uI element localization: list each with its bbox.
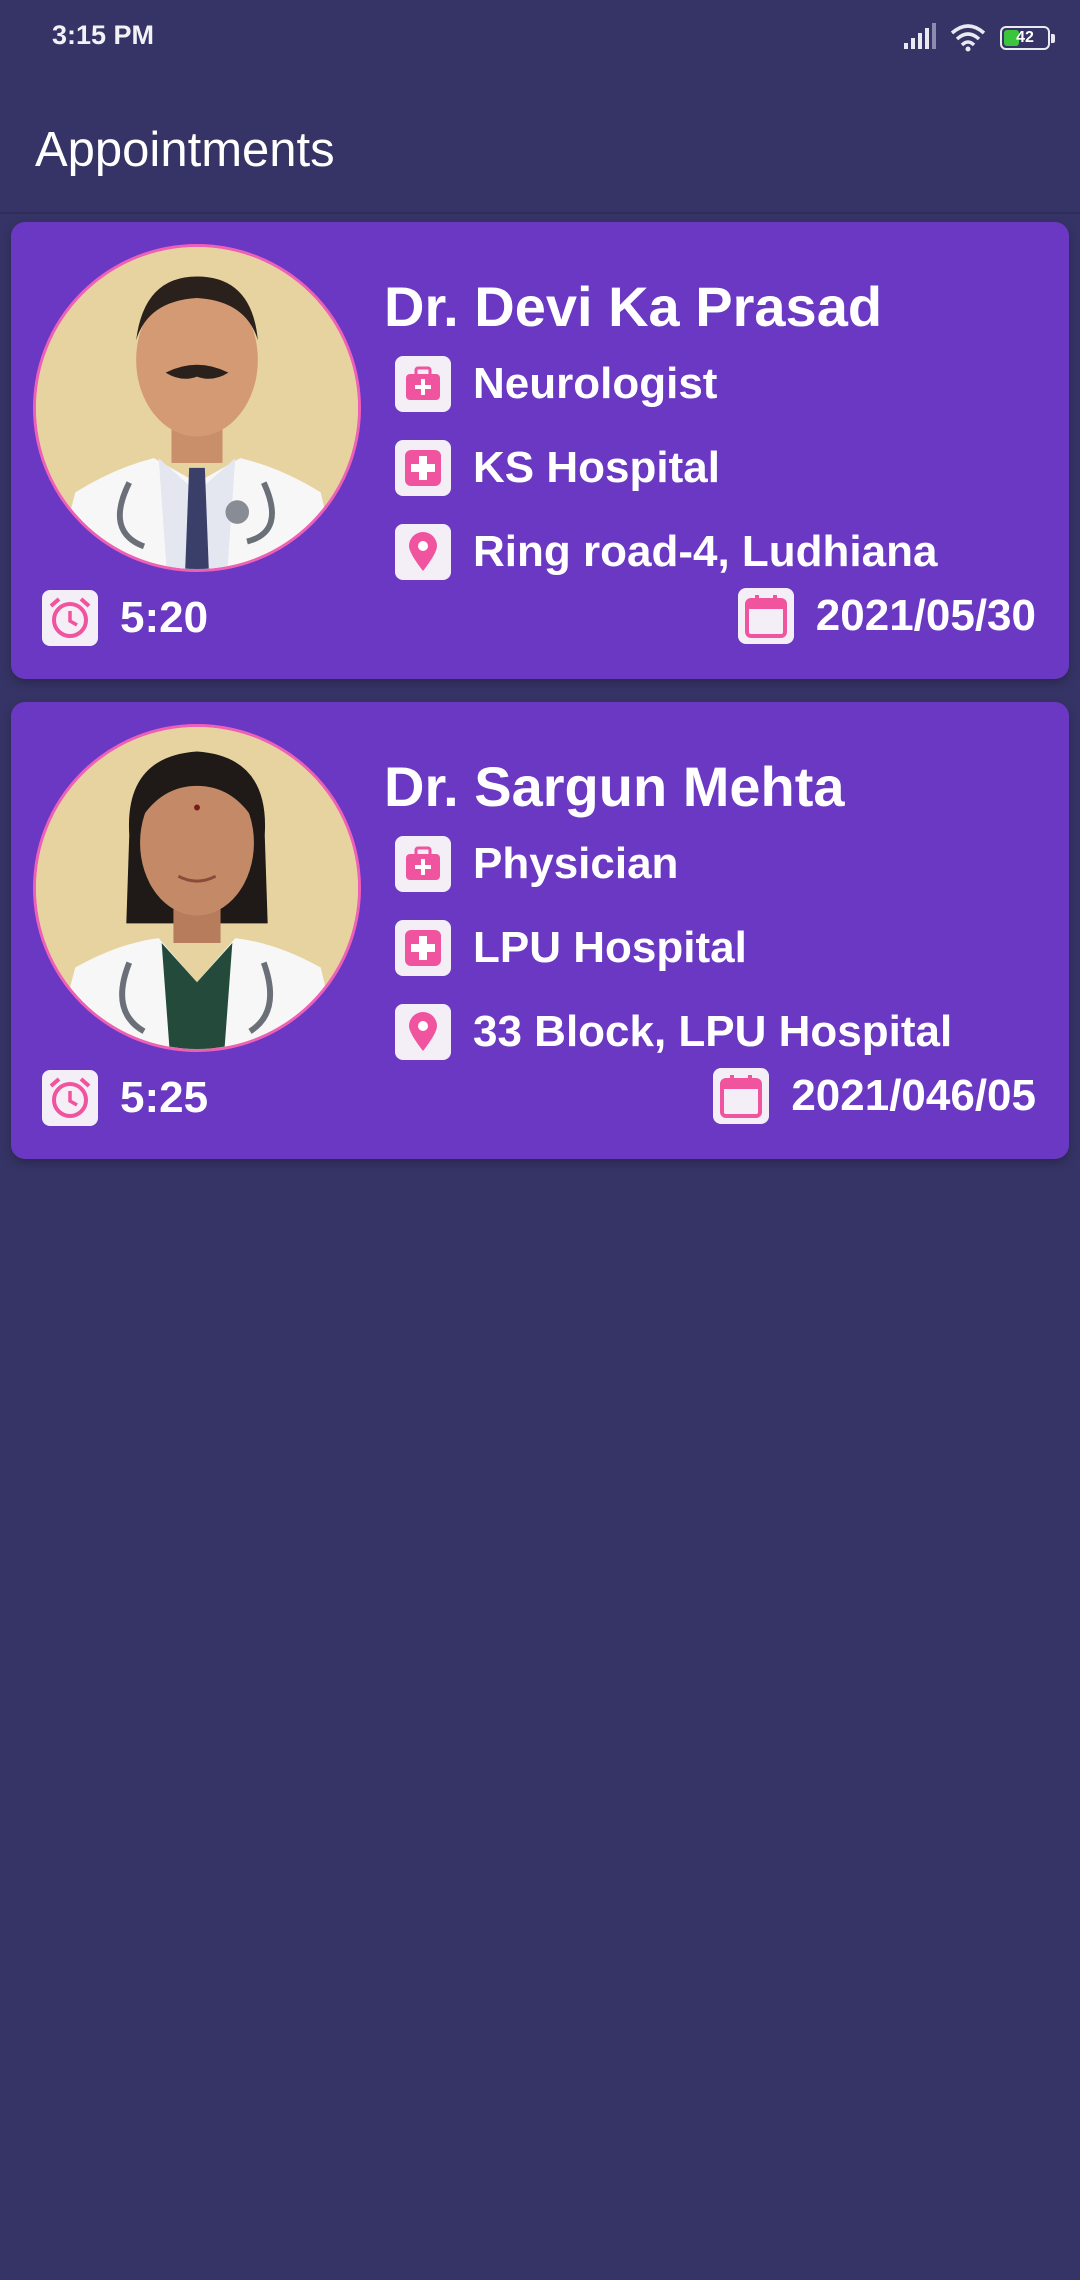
wifi-icon <box>950 24 986 52</box>
location-pin-icon <box>395 1004 451 1060</box>
calendar-icon <box>713 1068 770 1124</box>
battery-icon: 42 <box>1000 26 1055 50</box>
doctor-photo-female <box>36 727 358 1049</box>
specialty-row: Neurologist <box>395 354 717 414</box>
appointment-time: 5:25 <box>42 1068 208 1128</box>
doctor-photo-male <box>36 247 358 569</box>
hospital-cross-icon <box>395 440 451 496</box>
appointment-date: 2021/05/30 <box>737 586 1036 646</box>
status-time: 3:15 PM <box>52 20 155 50</box>
status-bar: 3:15 PM 42 <box>0 0 1080 72</box>
appointment-date: 2021/046/05 <box>713 1066 1036 1126</box>
doctor-name: Dr. Sargun Mehta <box>384 755 845 818</box>
hospital-cross-icon <box>395 920 451 976</box>
medical-bag-icon <box>395 356 451 412</box>
hospital-address: 33 Block, LPU Hospital <box>473 1007 953 1056</box>
page-title: Appointments <box>35 123 335 177</box>
battery-level-text: 42 <box>1016 29 1034 46</box>
status-icons: 42 <box>902 22 1055 54</box>
doctor-avatar <box>33 724 361 1052</box>
address-row: 33 Block, LPU Hospital <box>395 1002 952 1062</box>
appointment-card[interactable]: Dr. Sargun Mehta Physician LPU Hospital … <box>11 702 1069 1159</box>
doctor-avatar <box>33 244 361 572</box>
calendar-icon <box>737 588 794 644</box>
hospital-row: KS Hospital <box>395 438 720 498</box>
app-bar: Appointments <box>0 72 1080 214</box>
signal-icon <box>904 23 936 49</box>
appointment-time-text: 5:20 <box>120 593 209 642</box>
hospital-name: LPU Hospital <box>473 923 747 972</box>
hospital-row: LPU Hospital <box>395 918 747 978</box>
appointment-time: 5:20 <box>42 588 208 648</box>
address-row: Ring road-4, Ludhiana <box>395 522 937 582</box>
specialty-row: Physician <box>395 834 678 894</box>
location-pin-icon <box>395 524 451 580</box>
appointment-time-text: 5:25 <box>120 1073 209 1122</box>
alarm-clock-icon <box>42 1070 98 1126</box>
battery-cap <box>1051 34 1055 43</box>
doctor-name: Dr. Devi Ka Prasad <box>384 275 883 338</box>
alarm-clock-icon <box>42 590 98 646</box>
appointment-card[interactable]: Dr. Devi Ka Prasad Neurologist KS Hospit… <box>11 222 1069 679</box>
appointment-date-text: 2021/046/05 <box>791 1071 1036 1120</box>
hospital-address: Ring road-4, Ludhiana <box>473 527 938 576</box>
doctor-specialty: Physician <box>473 839 679 888</box>
doctor-specialty: Neurologist <box>473 359 718 408</box>
app-bar-divider <box>0 212 1080 214</box>
medical-bag-icon <box>395 836 451 892</box>
appointment-date-text: 2021/05/30 <box>815 591 1036 640</box>
hospital-name: KS Hospital <box>473 443 720 492</box>
